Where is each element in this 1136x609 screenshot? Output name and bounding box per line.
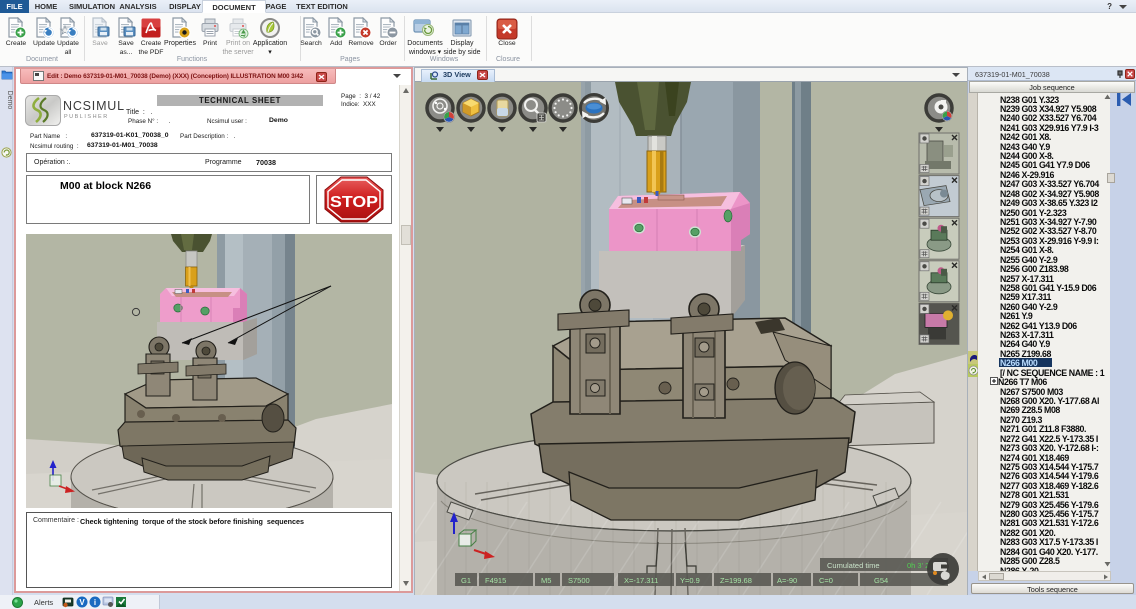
svg-text:F4915: F4915 xyxy=(485,576,506,585)
svg-text:M5: M5 xyxy=(541,576,551,585)
svg-text:STOP: STOP xyxy=(330,194,378,211)
svg-text:S7500: S7500 xyxy=(568,576,590,585)
svg-text:Z=199.68: Z=199.68 xyxy=(720,576,752,585)
svg-text:G1: G1 xyxy=(461,576,471,585)
svg-text:Y=0.9: Y=0.9 xyxy=(680,576,700,585)
svg-text:X=-17.311: X=-17.311 xyxy=(624,576,658,585)
svg-text:A=-90: A=-90 xyxy=(777,576,797,585)
svg-text:i: i xyxy=(94,598,96,607)
svg-text:Cumulated time: Cumulated time xyxy=(827,561,880,570)
svg-text:G54: G54 xyxy=(874,576,888,585)
svg-text:C=0: C=0 xyxy=(819,576,833,585)
svg-text:V: V xyxy=(79,598,85,607)
